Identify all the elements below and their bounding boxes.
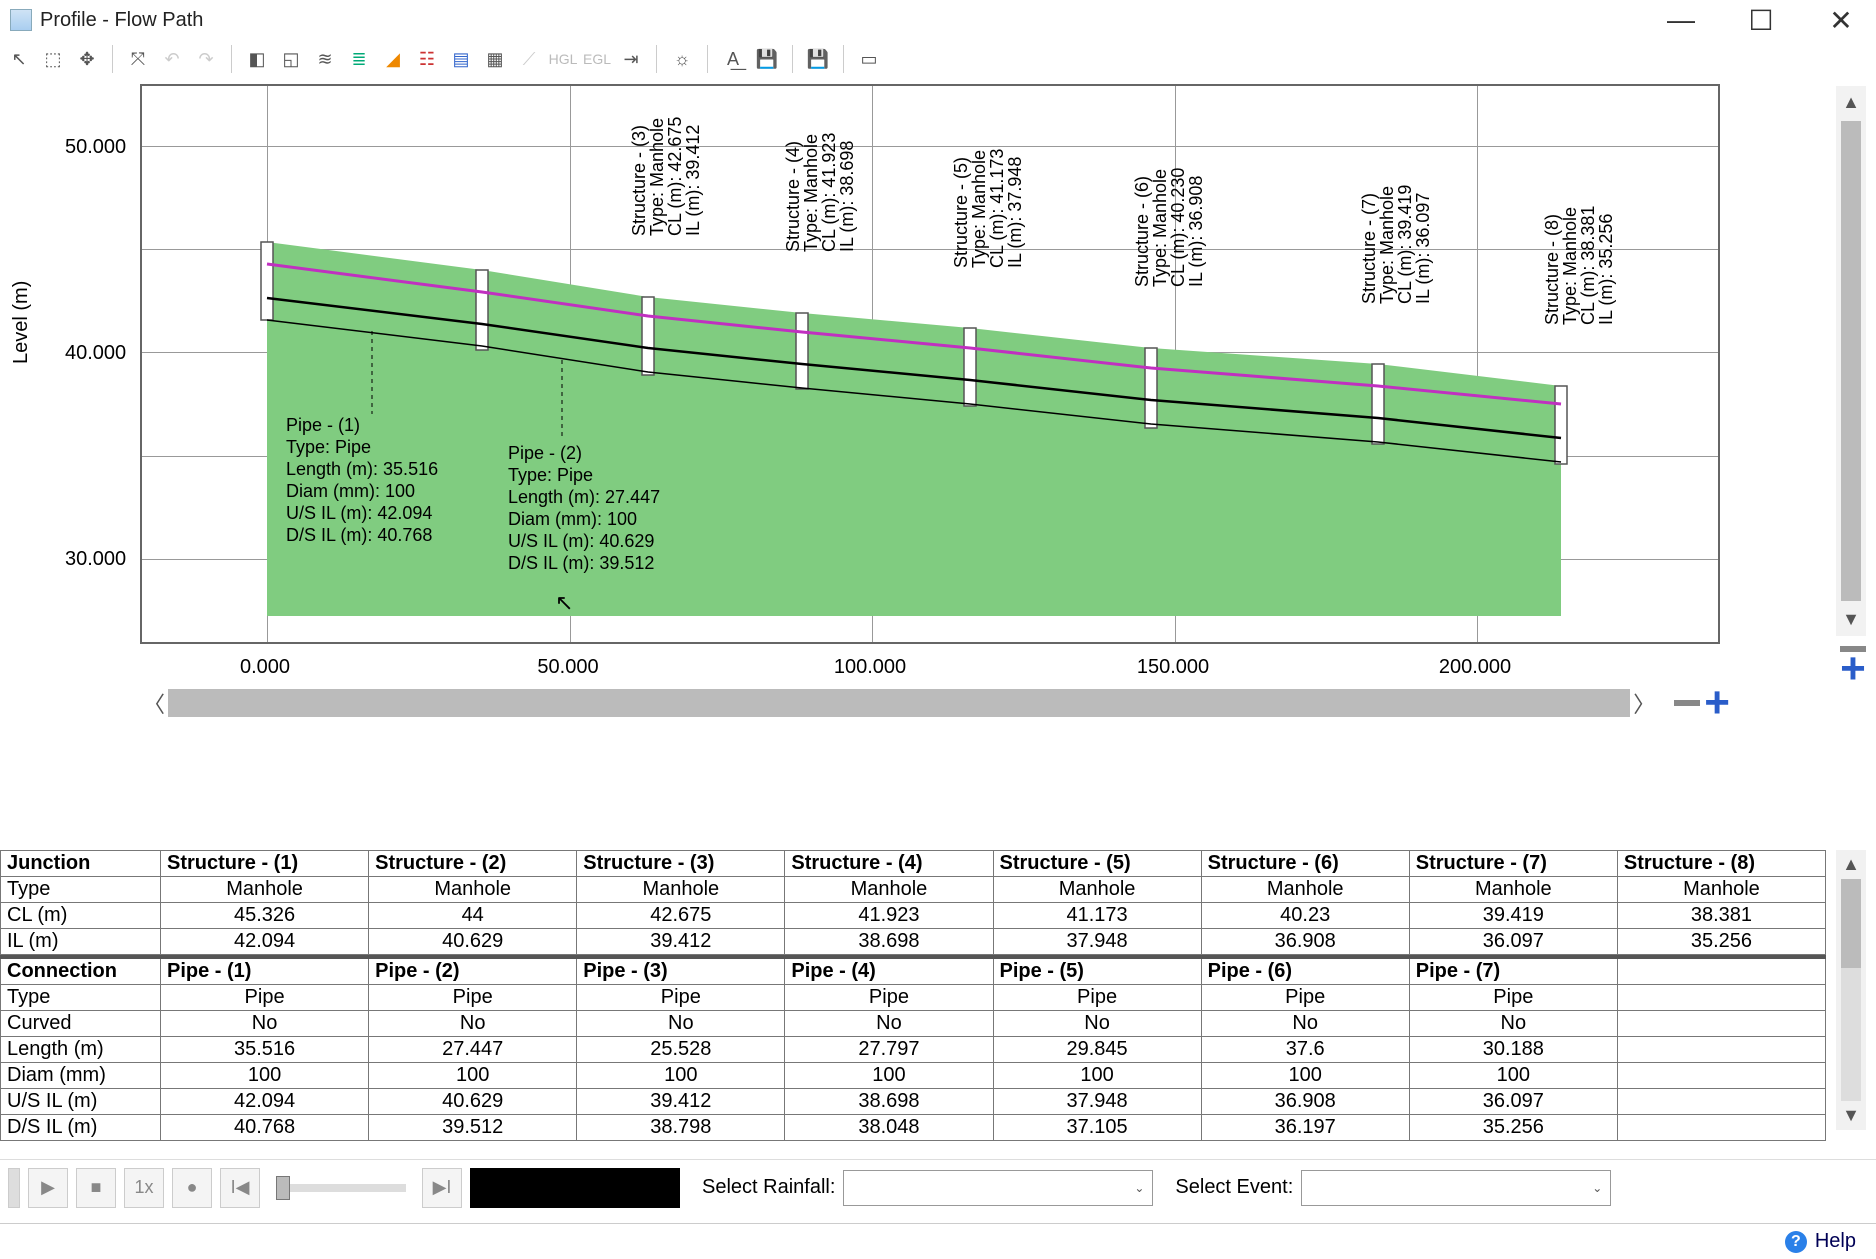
step-fwd-button[interactable]: ▶I	[422, 1168, 462, 1208]
hgl-text-icon[interactable]: HGL	[548, 44, 578, 74]
structure-label-8: Structure - (8)Type: ManholeCL (m): 38.3…	[1543, 206, 1615, 325]
x-tick: 0.000	[215, 656, 315, 679]
pipe-callout-1: Pipe - (1)Type: PipeLength (m): 35.516Di…	[286, 414, 438, 546]
save-icon[interactable]: 💾	[752, 44, 782, 74]
x-tick: 50.000	[518, 656, 618, 679]
chart-vertical-scrollbar[interactable]: ▲ ▼	[1836, 86, 1866, 636]
table-scroll-up-icon[interactable]: ▲	[1838, 850, 1864, 879]
playback-bar: ▶ ■ 1x ● I◀ ▶I Select Rainfall: ⌄ Select…	[0, 1159, 1876, 1215]
layers-icon[interactable]: ≣	[344, 44, 374, 74]
scroll-down-icon[interactable]: ▼	[1836, 603, 1866, 636]
status-bar: ? Help	[0, 1223, 1876, 1259]
table-scroll-down-icon[interactable]: ▼	[1838, 1101, 1864, 1130]
collapse-icon[interactable]	[8, 1168, 20, 1208]
help-link[interactable]: Help	[1815, 1230, 1856, 1253]
stop-button[interactable]: ■	[76, 1168, 116, 1208]
x-tick: 150.000	[1123, 656, 1223, 679]
cube-wire-icon[interactable]: ◱	[276, 44, 306, 74]
zoom-out-h-icon[interactable]	[1674, 700, 1700, 706]
select-event-combo[interactable]: ⌄	[1301, 1170, 1611, 1206]
connection-table[interactable]: Connection Pipe - (1)Pipe - (2)Pipe - (3…	[0, 955, 1826, 1141]
titlebar: Profile - Flow Path — ☐ ✕	[0, 0, 1876, 40]
surface-icon[interactable]: ≋	[310, 44, 340, 74]
maximize-button[interactable]: ☐	[1736, 4, 1786, 37]
close-button[interactable]: ✕	[1816, 4, 1866, 37]
select-rainfall-combo[interactable]: ⌄	[843, 1170, 1153, 1206]
scroll-right-icon[interactable]: 〉	[1630, 687, 1658, 719]
y-tick: 30.000	[65, 548, 125, 571]
time-display	[470, 1168, 680, 1208]
y-axis-title: Level (m)	[10, 281, 33, 364]
x-tick: 100.000	[820, 656, 920, 679]
structure-label-6: Structure - (6)Type: ManholeCL (m): 40.2…	[1133, 168, 1205, 287]
profile-chart-panel: Level (m) 50.000 40.000 30.000	[0, 84, 1876, 724]
v-zoom-controls: +	[1840, 646, 1866, 684]
app-icon	[10, 9, 32, 31]
toolbar: ↖ ⬚ ✥ ⤧ ↶ ↷ ◧ ◱ ≋ ≣ ◢ ☷ ▤ ▦ ⟋ HGL EGL ⇥ …	[0, 40, 1876, 80]
saveas-icon[interactable]: 💾	[803, 44, 833, 74]
pan-icon[interactable]: ✥	[72, 44, 102, 74]
y-tick: 50.000	[65, 136, 125, 159]
chart-horizontal-scrollbar[interactable]: 〈 〉 +	[140, 688, 1730, 718]
export-icon[interactable]: ▭	[854, 44, 884, 74]
chart-frame[interactable]: Structure - (3)Type: ManholeCL (m): 42.6…	[140, 84, 1720, 644]
y-tick: 40.000	[65, 342, 125, 365]
select-rainfall-label: Select Rainfall:	[702, 1176, 835, 1199]
grade-icon[interactable]: ◢	[378, 44, 408, 74]
play-button[interactable]: ▶	[28, 1168, 68, 1208]
scroll-up-icon[interactable]: ▲	[1836, 86, 1866, 119]
minimize-button[interactable]: —	[1656, 4, 1706, 37]
data-tables[interactable]: Junction Structure - (1)Structure - (2)S…	[0, 850, 1826, 1141]
window-controls: — ☐ ✕	[1656, 4, 1866, 37]
scroll-left-icon[interactable]: 〈	[140, 687, 168, 719]
zoom-in-v-icon[interactable]: +	[1840, 654, 1866, 684]
structure-label-4: Structure - (4)Type: ManholeCL (m): 41.9…	[784, 133, 856, 252]
table-icon[interactable]: ▦	[480, 44, 510, 74]
redo-icon[interactable]: ↷	[191, 44, 221, 74]
settings-icon[interactable]: ☼	[667, 44, 697, 74]
table-vertical-scrollbar[interactable]: ▲ ▼	[1836, 850, 1866, 1130]
profile-svg	[142, 86, 1722, 646]
help-icon[interactable]: ?	[1785, 1231, 1807, 1253]
structure-label-7: Structure - (7)Type: ManholeCL (m): 39.4…	[1360, 185, 1432, 304]
x-tick: 200.000	[1425, 656, 1525, 679]
junction-table[interactable]: Junction Structure - (1)Structure - (2)S…	[0, 850, 1826, 955]
dimension-icon[interactable]: A͟	[718, 44, 748, 74]
fit-icon[interactable]: ⤧	[123, 44, 153, 74]
flow-direction-icon[interactable]: ⇥	[616, 44, 646, 74]
egl-text-icon[interactable]: EGL	[582, 44, 612, 74]
chart1-icon[interactable]: ☷	[412, 44, 442, 74]
pointer-tool-icon[interactable]: ↖	[4, 44, 34, 74]
structure-label-5: Structure - (5)Type: ManholeCL (m): 41.1…	[952, 149, 1024, 268]
zoom-in-h-icon[interactable]: +	[1704, 688, 1730, 718]
select-event-label: Select Event:	[1175, 1176, 1293, 1199]
zoom-extent-icon[interactable]: ⬚	[38, 44, 68, 74]
measure-icon[interactable]: ⟋	[514, 44, 544, 74]
cube-fill-icon[interactable]: ◧	[242, 44, 272, 74]
chevron-down-icon: ⌄	[1134, 1181, 1144, 1195]
step-back-button[interactable]: I◀	[220, 1168, 260, 1208]
undo-icon[interactable]: ↶	[157, 44, 187, 74]
window-title: Profile - Flow Path	[40, 9, 203, 32]
pipe-callout-2: Pipe - (2)Type: PipeLength (m): 27.447Di…	[508, 442, 660, 574]
speed-button[interactable]: 1x	[124, 1168, 164, 1208]
chart2-icon[interactable]: ▤	[446, 44, 476, 74]
structure-label-3: Structure - (3)Type: ManholeCL (m): 42.6…	[630, 117, 702, 236]
time-slider[interactable]	[276, 1184, 406, 1192]
chevron-down-icon: ⌄	[1592, 1181, 1602, 1195]
record-button[interactable]: ●	[172, 1168, 212, 1208]
